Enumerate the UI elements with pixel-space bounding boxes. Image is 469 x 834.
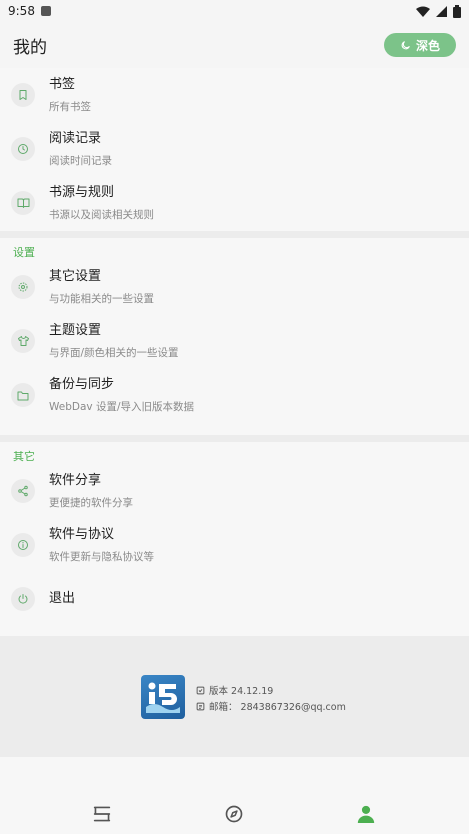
power-icon <box>11 587 35 611</box>
menu-item-sources-rules[interactable]: 书源与规则 书源以及阅读相关规则 <box>0 176 469 230</box>
battery-icon <box>453 4 461 18</box>
compass-icon[interactable] <box>222 802 246 826</box>
menu-item-reading-history[interactable]: 阅读记录 阅读时间记录 <box>0 122 469 176</box>
menu-item-theme-settings[interactable]: 主题设置 与界面/颜色相关的一些设置 <box>0 314 469 368</box>
menu-item-subtitle: 与功能相关的一些设置 <box>49 293 154 305</box>
section-header-settings: 设置 <box>13 246 35 259</box>
section-divider <box>0 231 469 238</box>
menu-item-software-agreement[interactable]: 软件与协议 软件更新与隐私协议等 <box>0 518 469 572</box>
page-title: 我的 <box>13 37 47 58</box>
bookmark-icon <box>11 83 35 107</box>
bottom-navigation <box>0 757 469 834</box>
clock-icon <box>11 137 35 161</box>
settings-section: 设置 其它设置 与功能相关的一些设置 主题设置 与界面/颜色相关的一些设置 备份… <box>0 238 469 435</box>
menu-item-subtitle: 所有书签 <box>49 101 91 113</box>
menu-item-label: 其它设置 <box>49 269 102 284</box>
menu-item-subtitle: 阅读时间记录 <box>49 155 112 167</box>
version-icon <box>196 686 205 694</box>
menu-item-logout[interactable]: 退出 <box>0 572 469 626</box>
menu-item-subtitle: 书源以及阅读相关规则 <box>49 209 154 221</box>
moon-icon <box>401 40 410 49</box>
person-icon[interactable] <box>354 802 378 826</box>
menu-item-label: 退出 <box>49 591 76 606</box>
version-text: 版本 24.12.19 <box>209 686 274 697</box>
app-bar: 我的 深色 <box>0 22 469 68</box>
gear-icon <box>11 275 35 299</box>
email-text[interactable]: 邮箱： 2843867326@qq.com <box>209 699 346 713</box>
dark-mode-label: 深色 <box>415 38 440 53</box>
menu-item-bookmarks[interactable]: 书签 所有书签 <box>0 68 469 122</box>
menu-item-subtitle: 更便捷的软件分享 <box>49 497 133 509</box>
menu-item-other-settings[interactable]: 其它设置 与功能相关的一些设置 <box>0 260 469 314</box>
menu-item-backup-sync[interactable]: 备份与同步 WebDav 设置/导入旧版本数据 <box>0 368 469 422</box>
menu-item-label: 主题设置 <box>49 323 102 338</box>
menu-item-label: 软件分享 <box>49 473 102 488</box>
menu-item-subtitle: 软件更新与隐私协议等 <box>49 551 154 563</box>
signal-icon <box>436 5 447 17</box>
info-icon <box>11 533 35 557</box>
email-row: 邮箱： 2843867326@qq.com <box>196 698 346 714</box>
main-menu-section: 书签 所有书签 阅读记录 阅读时间记录 书源与规则 书源以及阅读相关规则 <box>0 68 469 231</box>
email-icon <box>196 702 205 710</box>
dark-mode-button[interactable]: 深色 <box>384 33 456 57</box>
menu-item-subtitle: WebDav 设置/导入旧版本数据 <box>49 401 195 413</box>
app-logo <box>141 675 185 719</box>
menu-item-label: 软件与协议 <box>49 527 115 542</box>
menu-item-subtitle: 与界面/颜色相关的一些设置 <box>49 347 179 359</box>
section-divider <box>0 435 469 442</box>
folder-icon <box>11 383 35 407</box>
menu-item-label: 阅读记录 <box>49 131 102 146</box>
app-info: 版本 24.12.19 邮箱： 2843867326@qq.com <box>196 682 346 714</box>
bookshelf-icon[interactable] <box>90 802 114 826</box>
section-header-others: 其它 <box>13 450 35 463</box>
menu-item-label: 备份与同步 <box>49 377 115 392</box>
menu-item-share[interactable]: 软件分享 更便捷的软件分享 <box>0 464 469 518</box>
menu-item-label: 书源与规则 <box>49 185 115 200</box>
notification-icon <box>40 6 51 16</box>
about-footer: 版本 24.12.19 邮箱： 2843867326@qq.com <box>0 636 469 757</box>
status-time: 9:58 <box>8 4 35 18</box>
wifi-icon <box>416 6 430 17</box>
book-open-icon <box>11 191 35 215</box>
menu-item-label: 书签 <box>49 77 76 92</box>
status-bar: 9:58 <box>0 0 469 22</box>
share-icon <box>11 479 35 503</box>
version-row: 版本 24.12.19 <box>196 682 346 698</box>
others-section: 其它 软件分享 更便捷的软件分享 软件与协议 软件更新与隐私协议等 退出 <box>0 442 469 636</box>
shirt-icon <box>11 329 35 353</box>
